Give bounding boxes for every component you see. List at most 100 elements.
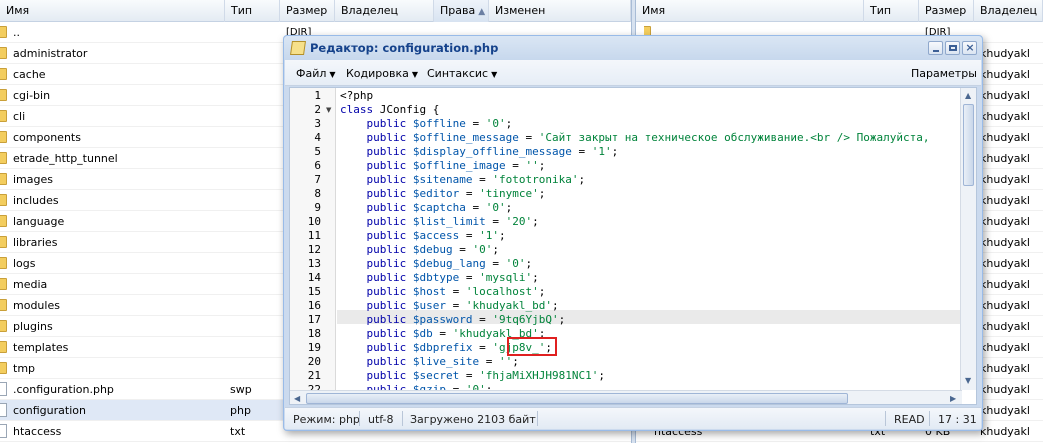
- minimize-button[interactable]: [928, 41, 943, 55]
- editor-titlebar[interactable]: Редактор: configuration.php ×: [284, 36, 982, 60]
- line-number: 5: [314, 145, 321, 158]
- scroll-left-icon: ◀: [294, 394, 301, 403]
- file-name: ..: [13, 26, 20, 39]
- folder-icon: [0, 236, 7, 248]
- code-area[interactable]: 12▼34567891011121314151617181920212223 <…: [289, 87, 977, 405]
- folder-icon: [0, 320, 7, 332]
- code-line: public $editor = 'tinymce';: [366, 187, 546, 200]
- editor-statusbar: Режим: php utf-8 Загружено 2103 байт REA…: [285, 407, 981, 429]
- file-name: plugins: [13, 320, 53, 333]
- file-owner: khudyakl: [980, 47, 1030, 60]
- column-name[interactable]: Имя: [636, 0, 864, 22]
- file-name: language: [13, 215, 65, 228]
- file-name: tmp: [13, 362, 36, 375]
- code-line: public $captcha = '0';: [366, 201, 513, 214]
- menu-params[interactable]: Параметры: [911, 67, 977, 80]
- line-number: 6: [314, 159, 321, 172]
- column-size[interactable]: Размер: [280, 0, 335, 22]
- vertical-scrollbar[interactable]: ▲ ▼: [960, 88, 976, 390]
- code-line: public $sitename = 'fototronika';: [366, 173, 586, 186]
- code-line: public $offline = '0';: [366, 117, 513, 130]
- line-number: 3: [314, 117, 321, 130]
- line-number: 8: [314, 187, 321, 200]
- maximize-button[interactable]: [945, 41, 960, 55]
- pencil-icon: [290, 41, 306, 55]
- line-number: 20: [307, 355, 321, 368]
- line-number: 17: [307, 313, 321, 326]
- vertical-scroll-thumb[interactable]: [963, 104, 974, 186]
- file-type: [230, 190, 275, 211]
- horizontal-scroll-thumb[interactable]: [306, 393, 848, 404]
- file-type: [230, 358, 275, 379]
- file-name: templates: [13, 341, 69, 354]
- line-number: 13: [307, 257, 321, 270]
- file-type: [230, 232, 275, 253]
- file-icon: [0, 424, 7, 438]
- file-owner: khudyakl: [980, 257, 1030, 270]
- line-number: 21: [307, 369, 321, 382]
- line-number: 19: [307, 341, 321, 354]
- column-perms[interactable]: Права ▲: [434, 0, 489, 22]
- line-number: 15: [307, 285, 321, 298]
- column-type[interactable]: Тип: [864, 0, 919, 22]
- column-size[interactable]: Размер: [919, 0, 974, 22]
- file-name: administrator: [13, 47, 88, 60]
- menu-file[interactable]: Файл ▼: [296, 67, 336, 80]
- code-line: <?php: [340, 89, 374, 102]
- file-owner: khudyakl: [980, 110, 1030, 123]
- status-mode: Режим: php: [293, 413, 360, 426]
- horizontal-scrollbar[interactable]: ◀ ▶: [290, 390, 962, 404]
- highlight-box: [507, 337, 557, 356]
- menu-syntax[interactable]: Синтаксис ▼: [427, 67, 497, 80]
- line-number: 11: [307, 229, 321, 242]
- column-modified[interactable]: Изменен: [489, 0, 631, 22]
- sort-asc-icon: ▲: [478, 7, 486, 17]
- status-charset: utf-8: [368, 413, 394, 426]
- file-type: [230, 253, 275, 274]
- file-owner: khudyakl: [980, 341, 1030, 354]
- code-line: public $secret = 'fhjaMiXHJH981NC1';: [366, 369, 605, 382]
- status-loaded: Загружено 2103 байт: [410, 413, 536, 426]
- code-line: public $password = '9tq6YjbQ';: [366, 313, 566, 326]
- folder-icon: [0, 47, 7, 59]
- file-owner: khudyakl: [980, 89, 1030, 102]
- folder-icon: [0, 362, 7, 374]
- file-type: [230, 316, 275, 337]
- column-owner[interactable]: Владелец: [335, 0, 434, 22]
- code-line: public $display_offline_message = '1';: [366, 145, 619, 158]
- file-owner: khudyakl: [980, 152, 1030, 165]
- close-button[interactable]: ×: [962, 41, 977, 55]
- menu-encoding[interactable]: Кодировка ▼: [346, 67, 418, 80]
- code-line: public $debug_lang = '0';: [366, 257, 533, 270]
- file-type: [230, 295, 275, 316]
- folder-icon: [0, 257, 7, 269]
- code-line: public $user = 'khudyakl_bd';: [366, 299, 559, 312]
- file-icon: [0, 382, 7, 396]
- file-owner: khudyakl: [980, 425, 1030, 438]
- line-number: 10: [307, 215, 321, 228]
- file-name: configuration: [13, 404, 86, 417]
- folder-icon: [0, 152, 7, 164]
- line-number: 14: [307, 271, 321, 284]
- scroll-right-icon: ▶: [950, 394, 957, 403]
- file-type: [230, 106, 275, 127]
- fold-icon[interactable]: ▼: [326, 106, 331, 114]
- file-type: [230, 64, 275, 85]
- file-type: [230, 337, 275, 358]
- file-icon: [0, 403, 7, 417]
- file-owner: khudyakl: [980, 362, 1030, 375]
- file-name: htaccess: [13, 425, 62, 438]
- close-icon: ×: [965, 41, 975, 54]
- column-type[interactable]: Тип: [225, 0, 280, 22]
- folder-icon: [0, 26, 7, 38]
- folder-icon: [0, 299, 7, 311]
- editor-title: Редактор: configuration.php: [310, 41, 499, 55]
- folder-icon: [0, 194, 7, 206]
- file-name: .configuration.php: [13, 383, 114, 396]
- column-owner[interactable]: Владелец: [974, 0, 1043, 22]
- file-owner: khudyakl: [980, 320, 1030, 333]
- file-name: media: [13, 278, 48, 291]
- column-name[interactable]: Имя: [0, 0, 225, 22]
- file-type: [230, 148, 275, 169]
- chevron-down-icon: ▼: [491, 70, 498, 79]
